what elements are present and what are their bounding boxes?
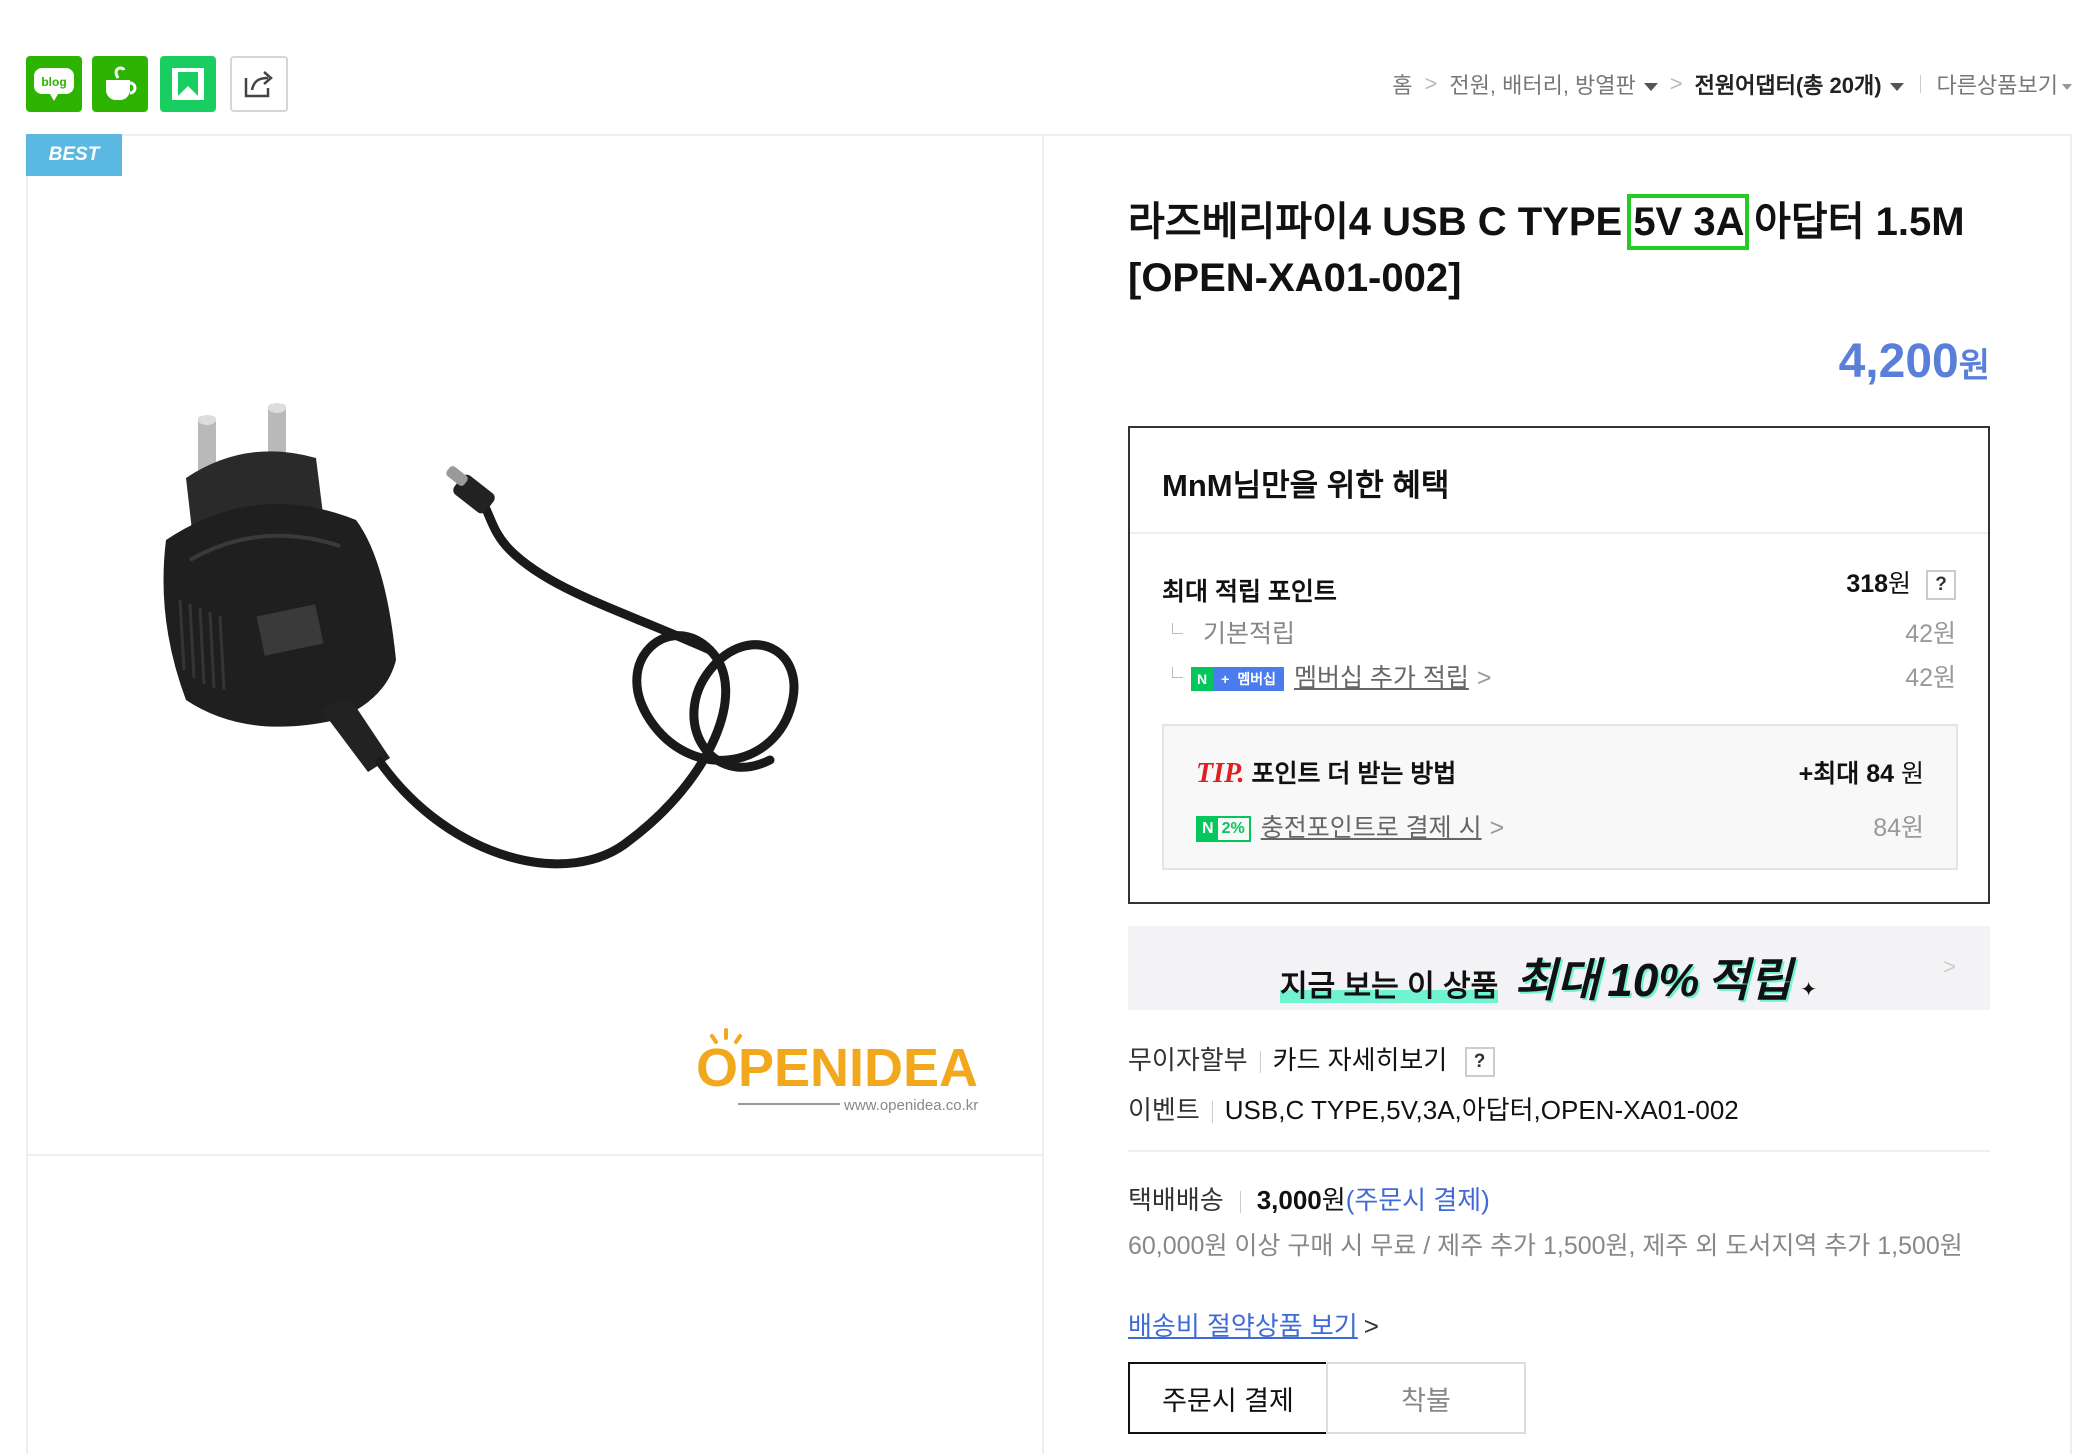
chevron-down-icon bbox=[1889, 83, 1904, 92]
membership-points-value: 42원 bbox=[1905, 664, 1956, 692]
basic-points-value: 42원 bbox=[1905, 620, 1956, 648]
max-points-value: 318원 ? bbox=[1846, 564, 1956, 601]
blog-label: blog bbox=[41, 75, 66, 89]
cafe-icon bbox=[106, 66, 137, 100]
brand-logo: OPENIDEA www.openidea.co.kr bbox=[690, 1024, 1010, 1120]
sparkle-icon: ✦ bbox=[1800, 979, 1818, 1001]
title-highlight: 5V 3A bbox=[1627, 194, 1749, 250]
event-row: 이벤트 USB,C TYPE,5V,3A,아답터,OPEN-XA01-002 bbox=[1128, 1090, 1739, 1127]
share-button[interactable] bbox=[230, 56, 288, 112]
tree-connector bbox=[1172, 667, 1183, 678]
brand-url: www.openidea.co.kr bbox=[843, 1097, 978, 1114]
charge-points-badge: N 2% bbox=[1196, 816, 1251, 843]
charge-points-link[interactable]: 충전포인트로 결제 시 bbox=[1261, 814, 1482, 842]
card-help-button[interactable]: ? bbox=[1464, 1047, 1495, 1078]
basic-points-row: 기본적립 42원 bbox=[1162, 614, 1956, 650]
promo-banner[interactable]: 지금 보는 이 상품 최대 10% 적립 ✦ > bbox=[1128, 926, 1990, 1010]
installment-row: 무이자할부 카드 자세히보기 ? bbox=[1128, 1040, 1495, 1078]
shipping-fee: 3,000 bbox=[1256, 1185, 1322, 1215]
installment-label: 무이자할부 bbox=[1128, 1045, 1248, 1075]
chevron-right-icon: > bbox=[1476, 664, 1492, 692]
shipping-fee-note: (주문시 결제) bbox=[1345, 1185, 1490, 1215]
membership-points-row: N + 멤버십 멤버십 추가 적립 > 42원 bbox=[1162, 658, 1956, 694]
tip-max-value: +최대 84 원 bbox=[1798, 760, 1924, 788]
naver-membership-badge: N + 멤버십 bbox=[1191, 667, 1284, 692]
image-panel-divider bbox=[26, 1154, 1044, 1156]
tip-label: TIP. bbox=[1196, 758, 1245, 789]
membership-points-link[interactable]: 멤버십 추가 적립 bbox=[1294, 664, 1469, 692]
divider bbox=[1919, 75, 1921, 93]
breadcrumb-home[interactable]: 홈 bbox=[1392, 68, 1412, 100]
brand-name: OPENIDEA bbox=[696, 1038, 978, 1098]
prepaid-shipping-option[interactable]: 주문시 결제 bbox=[1128, 1362, 1328, 1434]
shipping-row: 택배배송 3,000원(주문시 결제) bbox=[1128, 1185, 1490, 1215]
chevron-down-icon bbox=[1643, 83, 1658, 92]
card-detail-link[interactable]: 카드 자세히보기 bbox=[1273, 1045, 1448, 1075]
product-image[interactable] bbox=[150, 390, 930, 910]
max-points-row: 최대 적립 포인트 318원 ? bbox=[1162, 570, 1956, 608]
k-share-button[interactable] bbox=[160, 56, 216, 112]
best-badge: BEST bbox=[26, 134, 122, 176]
other-products-link[interactable]: 다른상품보기 bbox=[1937, 68, 2072, 100]
event-label: 이벤트 bbox=[1128, 1095, 1200, 1125]
breadcrumb-category1[interactable]: 전원, 배터리, 방열판 bbox=[1449, 68, 1658, 100]
blog-icon: blog bbox=[34, 68, 74, 101]
k-share-icon bbox=[172, 68, 204, 100]
breadcrumb-separator: > bbox=[1669, 71, 1683, 96]
chevron-right-icon: > bbox=[1363, 1311, 1379, 1341]
product-price: 4,200원 bbox=[1838, 335, 1990, 388]
product-title: 라즈베리파이4 USB C TYPE 5V 3A 아답터 1.5M [OPEN-… bbox=[1128, 194, 1965, 300]
shipping-note: 60,000원 이상 구매 시 무료 / 제주 추가 1,500원, 제주 외 … bbox=[1128, 1232, 1963, 1260]
event-value: USB,C TYPE,5V,3A,아답터,OPEN-XA01-002 bbox=[1224, 1095, 1739, 1125]
benefit-header: MnM님만을 위한 혜택 bbox=[1130, 428, 1988, 534]
shipping-label: 택배배송 bbox=[1128, 1185, 1224, 1215]
tip-title: 포인트 더 받는 방법 bbox=[1251, 760, 1457, 788]
chevron-down-icon bbox=[2062, 84, 2072, 91]
tree-connector bbox=[1172, 623, 1183, 634]
blog-share-button[interactable]: blog bbox=[26, 56, 82, 112]
promo-text: 지금 보는 이 상품 최대 10% 적립 ✦ bbox=[1280, 954, 1818, 1006]
max-points-label: 최대 적립 포인트 bbox=[1162, 578, 1337, 606]
openidea-logo: OPENIDEA www.openidea.co.kr bbox=[696, 1028, 978, 1114]
cafe-share-button[interactable] bbox=[92, 56, 148, 112]
share-icon bbox=[244, 71, 273, 98]
shipping-saving-link[interactable]: 배송비 절약상품 보기 > bbox=[1128, 1306, 1379, 1343]
section-divider bbox=[1128, 1150, 1990, 1152]
breadcrumb: 홈 > 전원, 배터리, 방열판 > 전원어댑터(총 20개) 다른상품보기 bbox=[1392, 68, 2072, 100]
charge-points-row: N 2% 충전포인트로 결제 시 > 84원 bbox=[1196, 808, 1924, 844]
charge-points-value: 84원 bbox=[1873, 814, 1924, 842]
chevron-right-icon: > bbox=[1489, 814, 1505, 842]
frame-right-border bbox=[2070, 134, 2072, 1454]
help-button[interactable]: ? bbox=[1926, 570, 1956, 601]
tip-box: TIP. 포인트 더 받는 방법 +최대 84 원 N 2% 충전포인트로 결제 시… bbox=[1162, 724, 1958, 870]
chevron-right-icon: > bbox=[1943, 954, 1956, 979]
cod-shipping-option[interactable]: 착불 bbox=[1326, 1362, 1526, 1434]
breadcrumb-separator: > bbox=[1424, 71, 1438, 96]
breadcrumb-category2[interactable]: 전원어댑터(총 20개) bbox=[1695, 68, 1904, 100]
benefit-box: MnM님만을 위한 혜택 최대 적립 포인트 318원 ? 기본적립 42원 N… bbox=[1128, 426, 1990, 904]
